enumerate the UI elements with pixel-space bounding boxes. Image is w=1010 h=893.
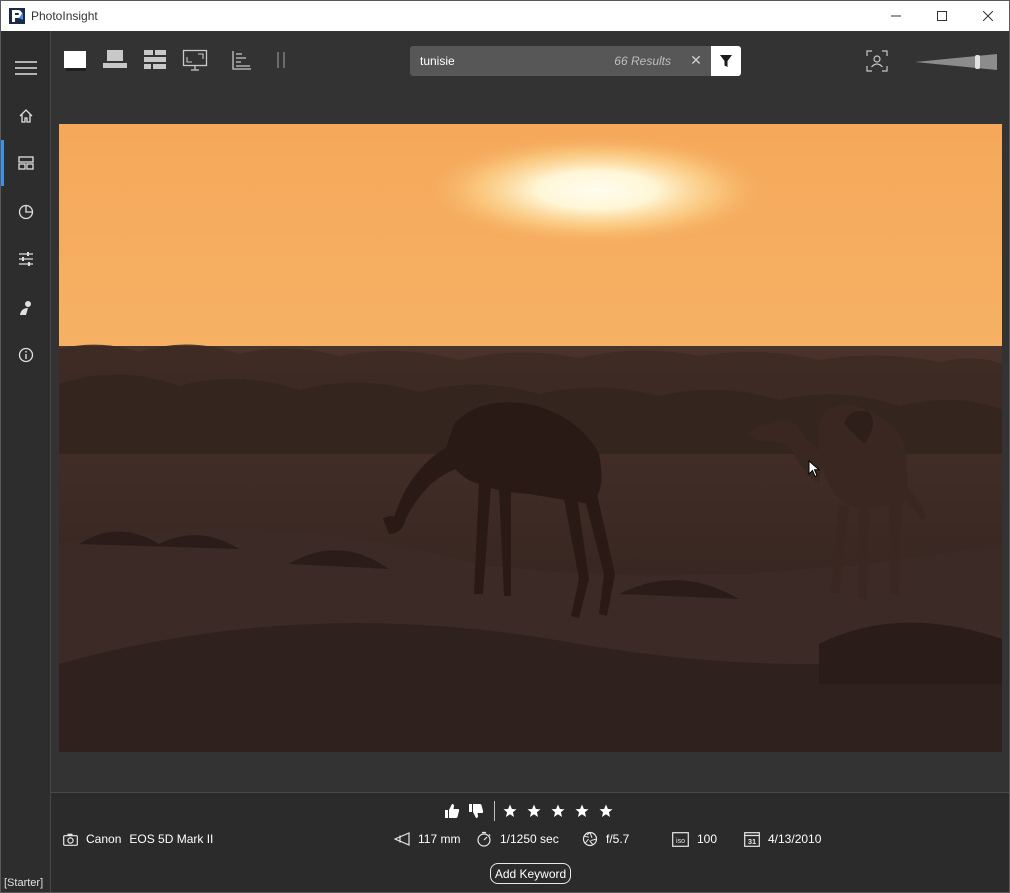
main-panel: 66 Results ✕: [51, 31, 1009, 792]
sidebar-item-about[interactable]: [1, 332, 51, 378]
close-button[interactable]: [965, 1, 1010, 31]
stopwatch-icon: [477, 831, 491, 847]
star-icon[interactable]: [575, 804, 589, 818]
focal-length-info: 117 mm: [394, 830, 460, 848]
app-logo-icon: [9, 8, 25, 24]
camera-info: Canon EOS 5D Mark II: [63, 830, 213, 848]
app-title: PhotoInsight: [31, 9, 98, 23]
app-window: PhotoInsight [Starter] tunisie 66 Result…: [0, 0, 1010, 893]
calendar-day: 31: [748, 837, 756, 846]
iso-info: iso 100: [672, 830, 717, 848]
home-icon: [19, 109, 33, 123]
sort-button[interactable]: [229, 45, 253, 75]
grid-icon: [18, 156, 34, 170]
minimize-button[interactable]: [873, 1, 919, 31]
rating-divider: [494, 801, 495, 821]
capture-date: 4/13/2010: [768, 832, 822, 846]
iso-value: 100: [697, 832, 718, 846]
focal-length-icon: [394, 832, 410, 846]
thumbnail-size-slider[interactable]: [915, 53, 997, 71]
shutter-speed: 1/1250 sec: [500, 832, 559, 846]
close-icon: [983, 11, 993, 21]
aperture-info: f/5.7: [582, 830, 629, 848]
photo-info-bar: Canon EOS 5D Mark II 117 mm 1/1250 sec f…: [51, 792, 1009, 892]
single-view-icon: [64, 51, 86, 71]
add-keyword-button[interactable]: Add Keyword: [490, 863, 571, 884]
sidebar-item-statistics[interactable]: [1, 189, 51, 235]
single-view-button[interactable]: [61, 45, 89, 75]
sidebar-menu-button[interactable]: [1, 45, 51, 91]
info-icon: [18, 347, 34, 363]
hamburger-icon: [15, 61, 37, 75]
sidebar-item-browse[interactable]: [1, 140, 51, 186]
filmstrip-view-button[interactable]: [101, 45, 129, 75]
pause-icon: [277, 52, 285, 68]
sliders-icon: [19, 252, 33, 266]
rating-row: [444, 801, 613, 821]
fullscreen-icon: [182, 49, 208, 71]
sidebar-item-people[interactable]: [1, 285, 51, 331]
focal-length: 117 mm: [418, 832, 461, 846]
mouse-cursor-icon: [808, 460, 820, 478]
camera-icon: [63, 833, 78, 846]
svg-text:iso: iso: [676, 838, 685, 845]
title-bar: PhotoInsight: [1, 1, 1009, 31]
star-rating[interactable]: [503, 804, 613, 818]
search-input[interactable]: [420, 53, 610, 69]
fullscreen-button[interactable]: [181, 45, 209, 75]
thumbs-up-icon[interactable]: [444, 803, 460, 819]
pie-chart-icon: [18, 204, 34, 220]
camera-make: Canon: [86, 832, 122, 846]
sidebar-item-settings[interactable]: [1, 236, 51, 282]
face-detection-icon[interactable]: [866, 50, 888, 72]
grid-view-icon: [144, 50, 166, 69]
clear-search-icon[interactable]: ✕: [688, 52, 704, 68]
maximize-icon: [937, 11, 947, 21]
aperture-icon: [582, 831, 598, 847]
filmstrip-view-icon: [103, 50, 127, 68]
grid-view-button[interactable]: [141, 45, 169, 75]
shutter-speed-info: 1/1250 sec: [476, 830, 559, 848]
minimize-icon: [891, 15, 901, 17]
star-icon[interactable]: [527, 804, 541, 818]
aperture: f/5.7: [606, 832, 630, 846]
main-photo: [59, 124, 1002, 752]
sort-icon: [232, 51, 251, 70]
pause-button[interactable]: [271, 45, 291, 75]
search-box: 66 Results ✕: [410, 46, 741, 76]
iso-icon: iso: [672, 831, 689, 847]
calendar-icon: 31: [744, 832, 760, 847]
sidebar-item-home[interactable]: [1, 93, 51, 139]
person-icon: [20, 301, 31, 315]
date-info: 31 4/13/2010: [744, 830, 821, 848]
edition-label: [Starter]: [4, 877, 44, 889]
sidebar: [Starter]: [1, 31, 51, 892]
star-icon[interactable]: [551, 804, 565, 818]
thumbs-down-icon[interactable]: [468, 803, 484, 819]
star-icon[interactable]: [503, 804, 517, 818]
maximize-button[interactable]: [919, 1, 965, 31]
camera-model: EOS 5D Mark II: [129, 832, 214, 846]
filter-button[interactable]: [711, 46, 741, 76]
search-result-count: 66 Results: [614, 54, 671, 68]
filter-icon: [720, 55, 732, 67]
star-icon[interactable]: [599, 804, 613, 818]
